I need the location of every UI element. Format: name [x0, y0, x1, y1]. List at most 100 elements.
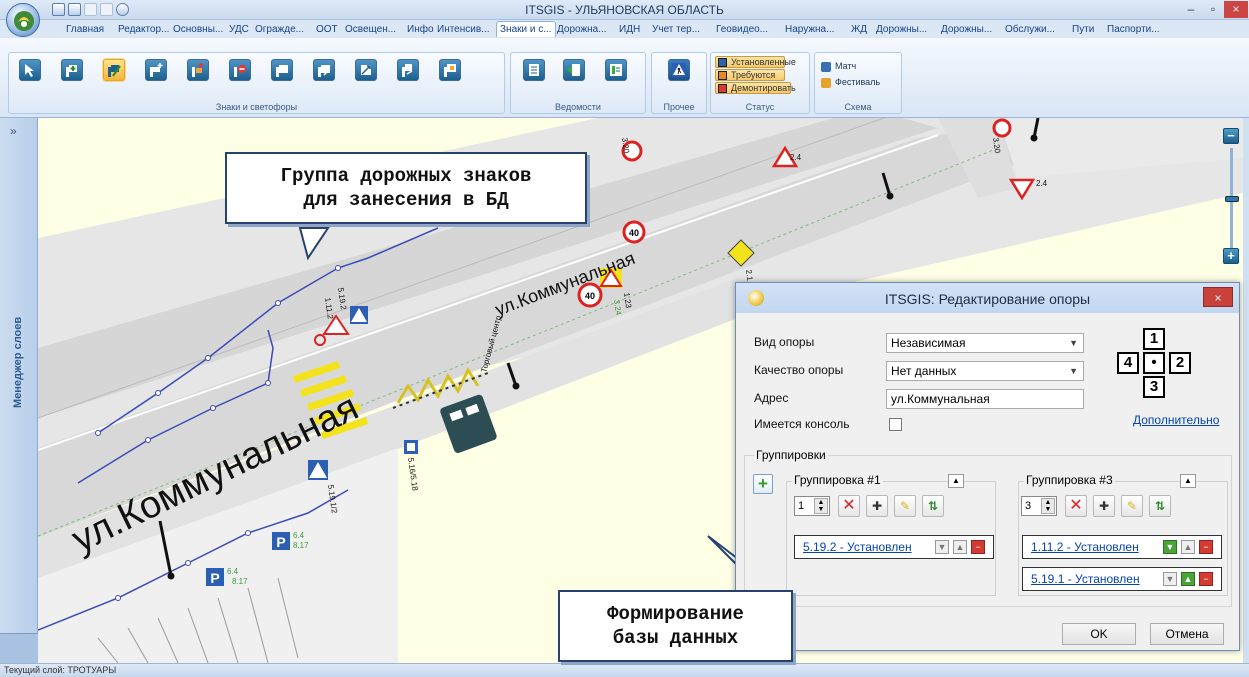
chevron-down-icon: ▼	[1069, 338, 1078, 348]
remove-icon[interactable]: −	[1199, 572, 1213, 586]
sign-bus-stop[interactable]	[404, 440, 418, 454]
group3-collapse-button[interactable]: ▲	[1180, 474, 1196, 488]
zoom-in-button[interactable]: +	[1223, 248, 1239, 264]
tab-railway[interactable]: ЖД	[851, 22, 867, 38]
group3-add-sign-button[interactable]: ✚	[1093, 495, 1115, 517]
dialog-title-bar[interactable]: ITSGIS: Редактирование опоры ×	[736, 283, 1239, 313]
group1-add-sign-button[interactable]: ✚	[866, 495, 888, 517]
spin-arrows-icon[interactable]: ▲ ▼	[814, 498, 828, 514]
move-down-icon[interactable]: ▼	[935, 540, 949, 554]
tab-editor[interactable]: Редактор...	[118, 22, 169, 38]
paint-sign-icon	[192, 63, 203, 77]
address-input[interactable]: ул.Коммунальная	[886, 389, 1084, 409]
sign-speed-40-top[interactable]: 40	[622, 220, 646, 244]
move-up-icon[interactable]: ▲	[953, 540, 967, 554]
dialog-close-button[interactable]: ×	[1203, 287, 1233, 307]
tab-road[interactable]: Дорожна...	[557, 22, 607, 38]
group3-delete-button[interactable]: ✕	[1065, 495, 1087, 517]
tab-info[interactable]: Инфо	[407, 22, 434, 38]
paint-sign-button[interactable]	[187, 59, 209, 81]
console-checkbox[interactable]	[889, 418, 902, 431]
pedestrian-crossing-button[interactable]	[668, 59, 690, 81]
tab-uds[interactable]: УДС	[229, 22, 249, 38]
expand-panel-button[interactable]: »	[10, 124, 17, 138]
tab-geovideo[interactable]: Геовидео...	[716, 22, 768, 38]
tab-fences[interactable]: Огражде...	[255, 22, 304, 38]
move-down-icon[interactable]: ▼	[1163, 540, 1177, 554]
tab-service[interactable]: Обслужи...	[1005, 22, 1055, 38]
cancel-button[interactable]: Отмена	[1150, 623, 1224, 645]
statement-list-button[interactable]	[523, 59, 545, 81]
quality-select[interactable]: Нет данных ▼	[886, 361, 1084, 381]
remove-icon[interactable]: −	[1199, 540, 1213, 554]
sign-props-button[interactable]	[271, 59, 293, 81]
ok-button[interactable]: OK	[1062, 623, 1136, 645]
edit-support-button[interactable]	[103, 59, 125, 81]
scheme-festival-button[interactable]: Фестиваль	[821, 77, 880, 88]
group3-order-button[interactable]: ⇅	[1149, 495, 1171, 517]
zoom-out-button[interactable]: −	[1223, 128, 1239, 144]
sign-no-stopping-corner[interactable]	[992, 118, 1012, 138]
add-support-button[interactable]	[61, 59, 83, 81]
more-link[interactable]: Дополнительно	[1133, 413, 1219, 427]
minimize-button[interactable]: –	[1180, 1, 1202, 18]
sign-parking-1[interactable]: P	[272, 532, 290, 550]
tab-basic[interactable]: Основны...	[173, 22, 223, 38]
delete-sign-button[interactable]	[229, 59, 251, 81]
select-tool-button[interactable]	[19, 59, 41, 81]
position-cell-2[interactable]: 2	[1169, 352, 1191, 374]
statement-report-button[interactable]	[605, 59, 627, 81]
sign-copy-button[interactable]	[397, 59, 419, 81]
layer-manager-label[interactable]: Менеджер слоев	[12, 317, 24, 408]
tab-main[interactable]: Главная	[66, 22, 104, 38]
group3-item-1-link[interactable]: 1.11.2 - Установлен	[1031, 540, 1139, 554]
statement-export-button[interactable]	[563, 59, 585, 81]
add-group-button[interactable]: +	[753, 474, 773, 494]
group3-edit-sign-button[interactable]: ✎	[1121, 495, 1143, 517]
restore-button[interactable]: ▫	[1202, 1, 1224, 18]
group3-item-2-link[interactable]: 5.19.1 - Установлен	[1031, 572, 1140, 586]
tab-lighting[interactable]: Освещен...	[345, 22, 396, 38]
group1-delete-button[interactable]: ✕	[838, 495, 860, 517]
sign-attach-button[interactable]	[439, 59, 461, 81]
tab-paths[interactable]: Пути	[1072, 22, 1094, 38]
group1-item-link[interactable]: 5.19.2 - Установлен	[803, 540, 912, 554]
tab-road-3[interactable]: Дорожны...	[941, 22, 992, 38]
position-cell-1[interactable]: 1	[1143, 328, 1165, 350]
dialog-title: ITSGIS: Редактирование опоры	[884, 291, 1091, 307]
move-up-icon[interactable]: ▲	[1181, 540, 1195, 554]
status-dismantle-button[interactable]: Демонтировать	[715, 82, 796, 94]
tab-idn[interactable]: ИДН	[619, 22, 640, 38]
tab-intensity[interactable]: Интенсив...	[437, 22, 490, 38]
group3-counter[interactable]: 3 ▲ ▼	[1021, 496, 1057, 516]
move-up-icon[interactable]: ▲	[1181, 572, 1195, 586]
position-cell-4[interactable]: 4	[1117, 352, 1139, 374]
sign-move-button[interactable]	[355, 59, 377, 81]
spin-arrows-icon[interactable]: ▲ ▼	[1041, 498, 1055, 514]
group1-edit-sign-button[interactable]: ✎	[894, 495, 916, 517]
group1-counter[interactable]: 1 ▲ ▼	[794, 496, 830, 516]
tab-oot[interactable]: ООТ	[316, 22, 338, 38]
tab-signs[interactable]: Знаки и с...	[496, 21, 556, 37]
close-button[interactable]: ×	[1224, 1, 1248, 18]
status-installed-button[interactable]: Установленные	[715, 56, 796, 68]
tab-accounting[interactable]: Учет тер...	[652, 22, 700, 38]
sign-rotate-button[interactable]	[313, 59, 335, 81]
status-required-button[interactable]: Требуются	[715, 69, 785, 81]
sign-parking-2[interactable]: P	[206, 568, 224, 586]
sign-crosswalk-lower[interactable]	[308, 460, 328, 480]
remove-icon[interactable]: −	[971, 540, 985, 554]
group1-order-button[interactable]: ⇅	[922, 495, 944, 517]
scheme-match-button[interactable]: Матч	[821, 61, 856, 72]
support-type-select[interactable]: Независимая ▼	[886, 333, 1084, 353]
app-menu-button[interactable]	[6, 3, 40, 37]
group1-collapse-button[interactable]: ▲	[948, 474, 964, 488]
sign-crosswalk-upper[interactable]	[350, 306, 368, 324]
zoom-slider-thumb[interactable]	[1225, 196, 1239, 202]
tab-passport[interactable]: Паспорти...	[1107, 22, 1160, 38]
tab-road-2[interactable]: Дорожны...	[876, 22, 927, 38]
tab-outdoor[interactable]: Наружна...	[785, 22, 834, 38]
position-cell-3[interactable]: 3	[1143, 376, 1165, 398]
add-sign-button[interactable]	[145, 59, 167, 81]
move-down-icon[interactable]: ▼	[1163, 572, 1177, 586]
